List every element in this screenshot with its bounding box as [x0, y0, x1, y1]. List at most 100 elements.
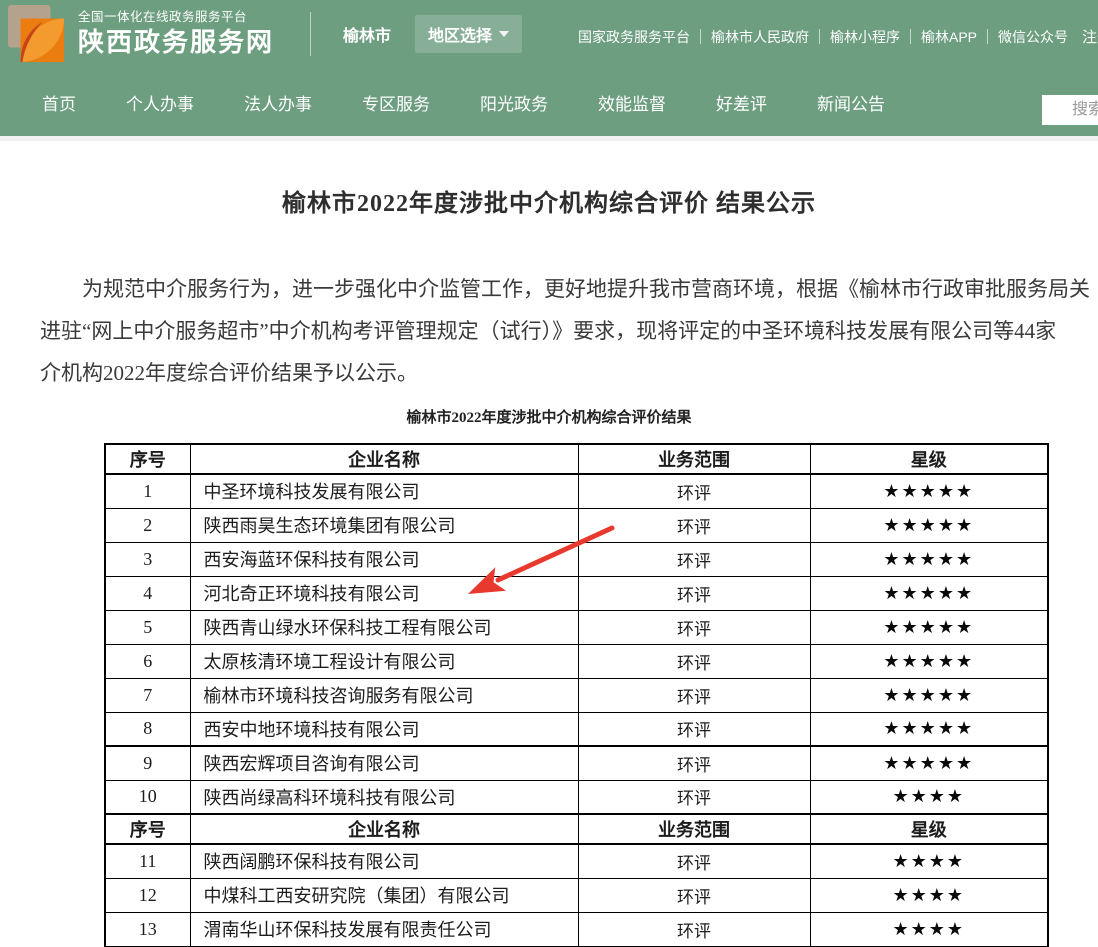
company-name: 渭南华山环保科技发展有限责任公司	[190, 912, 578, 946]
company-name: 陕西尚绿高科环境科技有限公司	[190, 780, 578, 814]
table-row: 4河北奇正环境科技有限公司环评★★★★★	[105, 576, 1048, 610]
table-row: 10陕西尚绿高科环境科技有限公司环评★★★★	[105, 780, 1048, 814]
company-name: 中煤科工西安研究院（集团）有限公司	[190, 878, 578, 912]
nav-item[interactable]: 法人办事	[244, 90, 312, 115]
table-row: 11陕西阔鹏环保科技有限公司环评★★★★	[105, 844, 1048, 878]
register-link[interactable]: 注册	[1082, 26, 1098, 47]
divider	[910, 29, 911, 44]
business-scope: 环评	[578, 912, 810, 946]
star-rating: ★★★★★	[810, 610, 1048, 644]
divider	[819, 29, 820, 44]
company-name: 陕西阔鹏环保科技有限公司	[190, 844, 578, 878]
divider	[310, 12, 311, 56]
nav-item[interactable]: 个人办事	[126, 90, 194, 115]
table-header-row: 序号企业名称业务范围星级	[105, 814, 1048, 844]
site-title: 陕西政务服务网	[78, 26, 274, 59]
star-rating: ★★★★★	[810, 712, 1048, 746]
table-row: 3西安海蓝环保科技有限公司环评★★★★★	[105, 542, 1048, 576]
table-header-cell: 业务范围	[578, 444, 810, 474]
business-scope: 环评	[578, 878, 810, 912]
nav-item[interactable]: 阳光政务	[480, 90, 548, 115]
header-link[interactable]: 榆林市人民政府	[711, 27, 809, 47]
header-link[interactable]: 国家政务服务平台	[578, 27, 690, 47]
table-header-cell: 序号	[105, 444, 190, 474]
header-top-row: 全国一体化在线政务服务平台 陕西政务服务网 榆林市 地区选择 国家政务服务平台榆…	[0, 0, 1098, 68]
star-rating: ★★★★★	[810, 644, 1048, 678]
table-row: 6太原核清环境工程设计有限公司环评★★★★★	[105, 644, 1048, 678]
table-header-cell: 企业名称	[190, 814, 578, 844]
star-rating: ★★★★	[810, 878, 1048, 912]
site-logo[interactable]	[8, 5, 66, 63]
table-caption: 榆林市2022年度涉批中介机构综合评价结果	[0, 406, 1098, 427]
row-index: 3	[105, 542, 190, 576]
main-nav: 首页 个人办事 法人办事 专区服务 阳光政务 效能监督 好差评 新闻公告	[0, 68, 1098, 136]
business-scope: 环评	[578, 542, 810, 576]
business-scope: 环评	[578, 508, 810, 542]
row-index: 4	[105, 576, 190, 610]
paragraph-line: 为规范中介服务行为，进一步强化中介监管工作，更好地提升我市营商环境，根据《榆林市…	[40, 268, 1058, 310]
star-rating: ★★★★★	[810, 508, 1048, 542]
header-link[interactable]: 微信公众号	[998, 27, 1068, 47]
table-row: 12中煤科工西安研究院（集团）有限公司环评★★★★	[105, 878, 1048, 912]
business-scope: 环评	[578, 576, 810, 610]
business-scope: 环评	[578, 644, 810, 678]
business-scope: 环评	[578, 712, 810, 746]
business-scope: 环评	[578, 746, 810, 780]
evaluation-results-table: 序号企业名称业务范围星级1中圣环境科技发展有限公司环评★★★★★2陕西雨昊生态环…	[104, 443, 1049, 947]
table-row: 13渭南华山环保科技发展有限责任公司环评★★★★	[105, 912, 1048, 946]
divider	[987, 29, 988, 44]
business-scope: 环评	[578, 780, 810, 814]
header-link[interactable]: 榆林小程序	[830, 27, 900, 47]
row-index: 1	[105, 474, 190, 508]
company-name: 陕西青山绿水环保科技工程有限公司	[190, 610, 578, 644]
site-header: 全国一体化在线政务服务平台 陕西政务服务网 榆林市 地区选择 国家政务服务平台榆…	[0, 0, 1098, 136]
nav-item[interactable]: 新闻公告	[817, 90, 885, 115]
star-rating: ★★★★	[810, 780, 1048, 814]
page-title: 榆林市2022年度涉批中介机构综合评价 结果公示	[0, 183, 1098, 218]
row-index: 10	[105, 780, 190, 814]
header-bottom-strip	[0, 136, 1098, 141]
announcement-paragraph: 为规范中介服务行为，进一步强化中介监管工作，更好地提升我市营商环境，根据《榆林市…	[40, 268, 1058, 394]
table-row: 2陕西雨昊生态环境集团有限公司环评★★★★★	[105, 508, 1048, 542]
row-index: 5	[105, 610, 190, 644]
eval-table-body: 序号企业名称业务范围星级1中圣环境科技发展有限公司环评★★★★★2陕西雨昊生态环…	[105, 444, 1048, 947]
divider	[700, 29, 701, 44]
row-index: 9	[105, 746, 190, 780]
nav-item[interactable]: 效能监督	[598, 90, 666, 115]
paragraph-line: 进驻“网上中介服务超市”中介机构考评管理规定（试行）》要求，现将评定的中圣环境科…	[40, 310, 1058, 352]
table-row: 8西安中地环境科技有限公司环评★★★★★	[105, 712, 1048, 746]
region-selector-label: 地区选择	[428, 22, 492, 46]
platform-tagline: 全国一体化在线政务服务平台	[78, 10, 274, 26]
table-header-cell: 业务范围	[578, 814, 810, 844]
row-index: 6	[105, 644, 190, 678]
table-header-cell: 企业名称	[190, 444, 578, 474]
business-scope: 环评	[578, 474, 810, 508]
header-link[interactable]: 榆林APP	[921, 27, 977, 47]
table-header-cell: 序号	[105, 814, 190, 844]
business-scope: 环评	[578, 844, 810, 878]
nav-item[interactable]: 好差评	[716, 90, 767, 115]
company-name: 西安海蓝环保科技有限公司	[190, 542, 578, 576]
star-rating: ★★★★★	[810, 576, 1048, 610]
table-header-cell: 星级	[810, 444, 1048, 474]
company-name: 中圣环境科技发展有限公司	[190, 474, 578, 508]
brand-text: 全国一体化在线政务服务平台 陕西政务服务网	[78, 10, 274, 58]
star-rating: ★★★★	[810, 912, 1048, 946]
region-selector-button[interactable]: 地区选择	[415, 15, 522, 53]
table-row: 9陕西宏辉项目咨询有限公司环评★★★★★	[105, 746, 1048, 780]
company-name: 榆林市环境科技咨询服务有限公司	[190, 678, 578, 712]
search-input[interactable]	[1042, 95, 1098, 125]
star-rating: ★★★★★	[810, 746, 1048, 780]
table-header-row: 序号企业名称业务范围星级	[105, 444, 1048, 474]
row-index: 7	[105, 678, 190, 712]
company-name: 陕西宏辉项目咨询有限公司	[190, 746, 578, 780]
table-row: 7榆林市环境科技咨询服务有限公司环评★★★★★	[105, 678, 1048, 712]
star-rating: ★★★★	[810, 844, 1048, 878]
nav-item[interactable]: 专区服务	[362, 90, 430, 115]
caret-down-icon	[499, 31, 509, 37]
nav-item[interactable]: 首页	[42, 90, 76, 115]
table-row: 1中圣环境科技发展有限公司环评★★★★★	[105, 474, 1048, 508]
announcement-article: 榆林市2022年度涉批中介机构综合评价 结果公示 为规范中介服务行为，进一步强化…	[0, 183, 1098, 947]
star-rating: ★★★★★	[810, 542, 1048, 576]
row-index: 12	[105, 878, 190, 912]
